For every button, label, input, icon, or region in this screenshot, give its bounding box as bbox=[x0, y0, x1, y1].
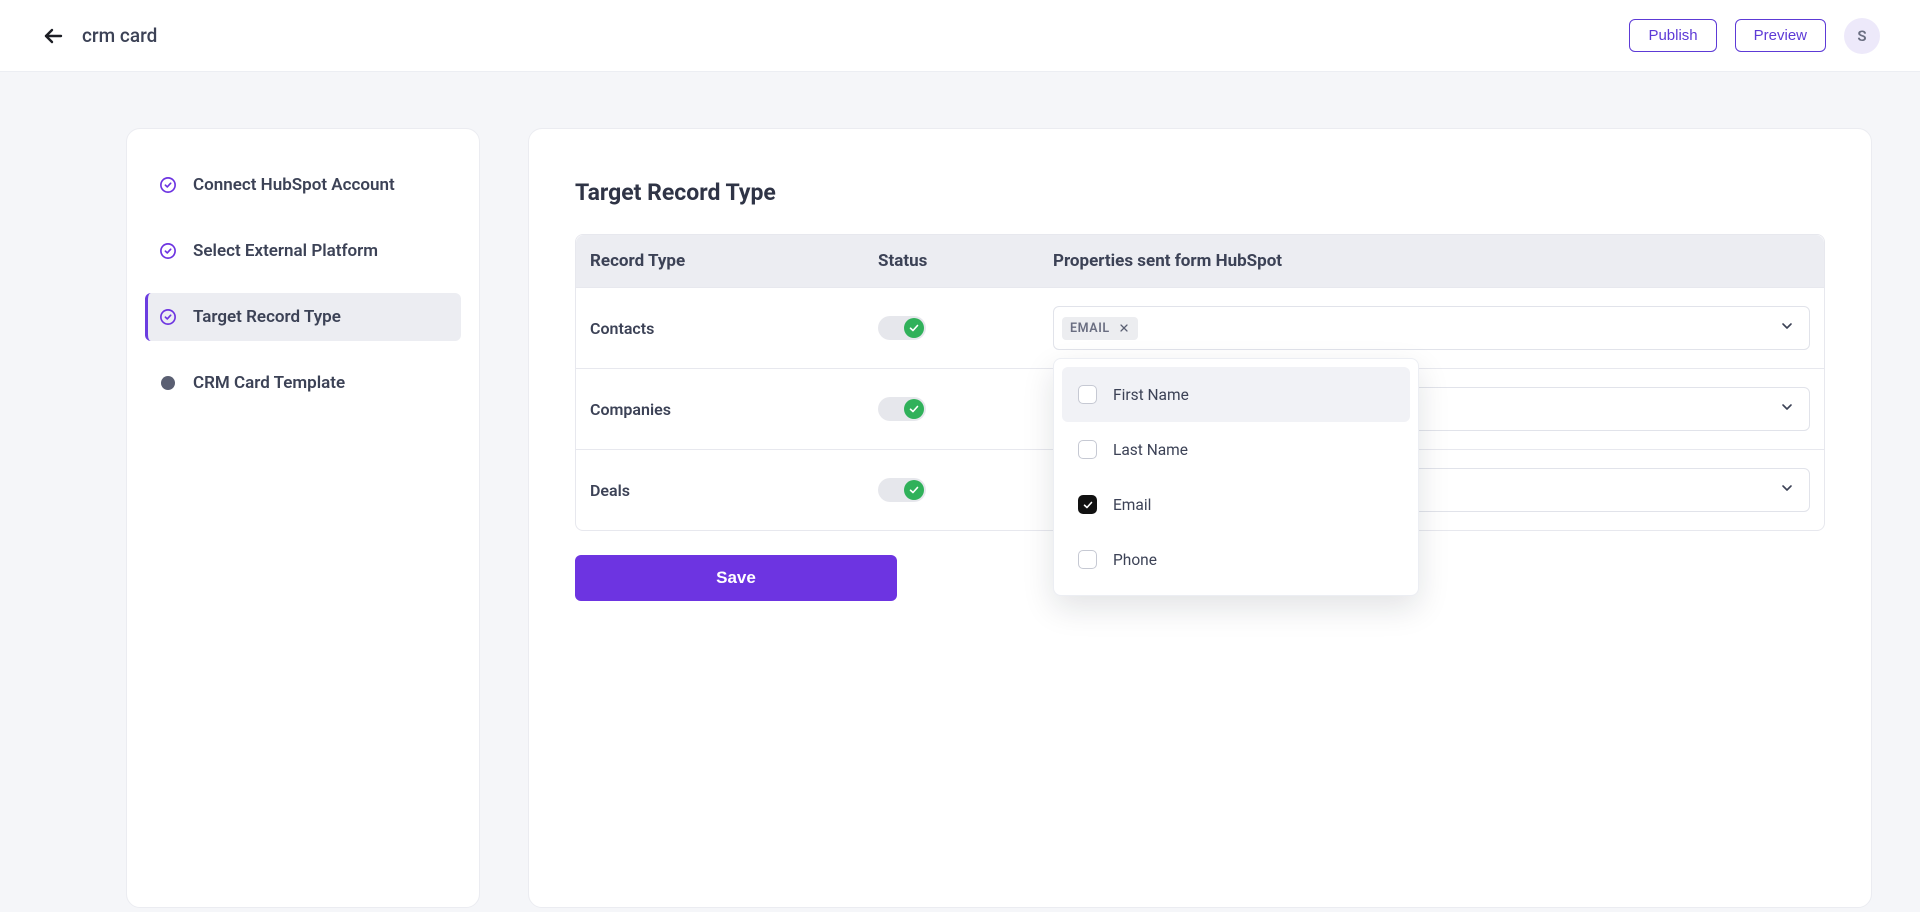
dropdown-option[interactable]: Phone bbox=[1062, 532, 1410, 587]
main-panel: Target Record Type Record Type Status Pr… bbox=[528, 128, 1872, 908]
main-heading: Target Record Type bbox=[575, 179, 1825, 206]
chip-label: EMAIL bbox=[1070, 321, 1110, 336]
dropdown-option[interactable]: Email bbox=[1062, 477, 1410, 532]
chevron-down-icon bbox=[1779, 399, 1795, 419]
property-chip: EMAIL bbox=[1062, 317, 1138, 340]
chevron-down-icon bbox=[1779, 318, 1795, 338]
toggle-knob-check-icon bbox=[904, 480, 924, 500]
status-toggle[interactable] bbox=[878, 397, 926, 421]
arrow-back-icon bbox=[41, 24, 65, 48]
checkbox-icon bbox=[1078, 385, 1097, 404]
save-button[interactable]: Save bbox=[575, 555, 897, 601]
check-circle-icon bbox=[159, 242, 177, 260]
dropdown-option[interactable]: Last Name bbox=[1062, 422, 1410, 477]
dropdown-option[interactable]: First Name bbox=[1062, 367, 1410, 422]
toggle-knob-check-icon bbox=[904, 318, 924, 338]
page-title: crm card bbox=[82, 24, 157, 47]
table-row: Contacts EMAIL bbox=[576, 287, 1824, 368]
step-label: Connect HubSpot Account bbox=[193, 175, 395, 195]
record-type-table: Record Type Status Properties sent form … bbox=[575, 234, 1825, 531]
avatar[interactable]: S bbox=[1844, 18, 1880, 54]
checkbox-icon bbox=[1078, 440, 1097, 459]
chevron-down-icon bbox=[1779, 480, 1795, 500]
back-button[interactable] bbox=[40, 23, 66, 49]
page-body: Connect HubSpot Account Select External … bbox=[0, 72, 1920, 908]
status-toggle[interactable] bbox=[878, 478, 926, 502]
option-label: Phone bbox=[1113, 551, 1157, 569]
properties-dropdown: First Name Last Name Email bbox=[1053, 358, 1419, 596]
step-select-platform[interactable]: Select External Platform bbox=[145, 227, 461, 275]
check-circle-icon bbox=[159, 308, 177, 326]
step-crm-card-template[interactable]: CRM Card Template bbox=[145, 359, 461, 407]
option-label: Last Name bbox=[1113, 441, 1188, 459]
status-toggle[interactable] bbox=[878, 316, 926, 340]
check-circle-icon bbox=[159, 176, 177, 194]
dot-icon bbox=[159, 374, 177, 392]
step-label: Select External Platform bbox=[193, 241, 378, 261]
step-label: Target Record Type bbox=[193, 307, 341, 327]
top-bar-right: Publish Preview S bbox=[1629, 18, 1880, 54]
step-connect-hubspot[interactable]: Connect HubSpot Account bbox=[145, 161, 461, 209]
steps-sidebar: Connect HubSpot Account Select External … bbox=[126, 128, 480, 908]
record-name: Companies bbox=[590, 400, 878, 419]
column-properties: Properties sent form HubSpot bbox=[1053, 251, 1810, 271]
step-label: CRM Card Template bbox=[193, 373, 345, 393]
preview-button[interactable]: Preview bbox=[1735, 19, 1826, 52]
column-record-type: Record Type bbox=[590, 251, 878, 271]
record-name: Contacts bbox=[590, 319, 878, 338]
top-bar: crm card Publish Preview S bbox=[0, 0, 1920, 72]
top-bar-left: crm card bbox=[40, 23, 157, 49]
checkbox-icon bbox=[1078, 550, 1097, 569]
step-target-record-type[interactable]: Target Record Type bbox=[145, 293, 461, 341]
publish-button[interactable]: Publish bbox=[1629, 19, 1716, 52]
column-status: Status bbox=[878, 251, 1053, 271]
record-name: Deals bbox=[590, 481, 878, 500]
table-header: Record Type Status Properties sent form … bbox=[576, 235, 1824, 287]
chip-remove-icon[interactable] bbox=[1118, 322, 1130, 334]
properties-select[interactable]: EMAIL bbox=[1053, 306, 1810, 350]
checkbox-checked-icon bbox=[1078, 495, 1097, 514]
option-label: Email bbox=[1113, 496, 1151, 514]
option-label: First Name bbox=[1113, 386, 1189, 404]
toggle-knob-check-icon bbox=[904, 399, 924, 419]
